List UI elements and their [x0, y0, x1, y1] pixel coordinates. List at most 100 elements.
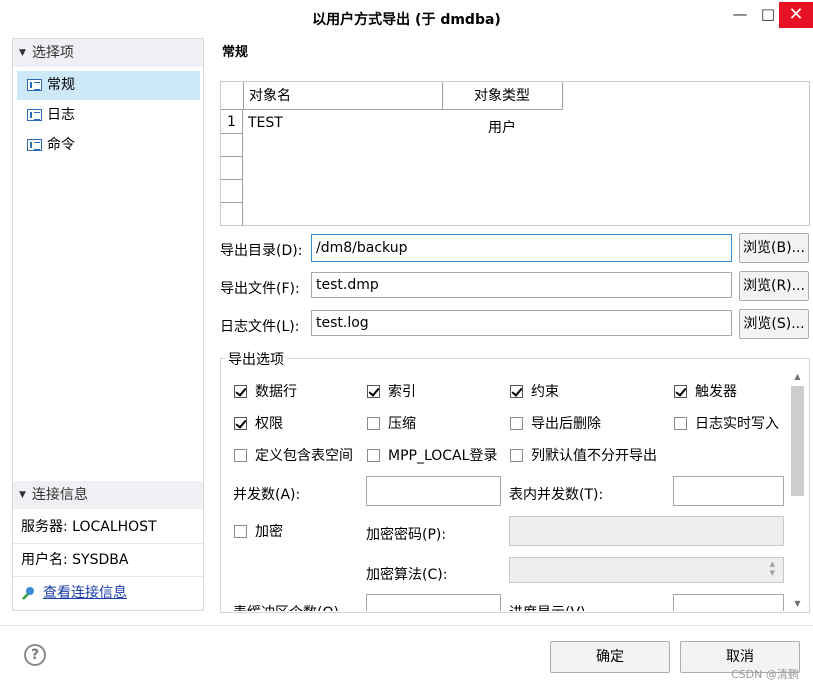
scroll-down-icon[interactable]: ▼	[789, 599, 806, 608]
checkbox-column-default-no-separate[interactable]: 列默认值不分开导出	[510, 446, 657, 466]
checkbox-encrypt[interactable]: 加密	[234, 522, 283, 542]
options-section-label: 选择项	[31, 45, 74, 61]
checkbox-unchecked[interactable]	[234, 449, 247, 462]
checkbox-compress[interactable]: 压缩	[367, 414, 416, 434]
left-panel: ▼ 选择项 常规 日志 命令 ▼ 连接信息 服务器: LOCALHOST 用户名: …	[12, 38, 204, 611]
checkbox-label: 触发器	[695, 384, 737, 400]
checkbox-label: 导出后删除	[531, 416, 601, 432]
scroll-up-icon[interactable]: ▲	[789, 372, 806, 381]
encrypt-password-label: 加密密码(P):	[366, 527, 447, 543]
checkbox-label: 压缩	[388, 416, 416, 432]
checkbox-constraints[interactable]: 约束	[510, 382, 559, 402]
sidebar-item-label: 命令	[47, 137, 75, 153]
checkbox-label: 索引	[388, 384, 416, 400]
encrypt-algorithm-label: 加密算法(C):	[366, 567, 448, 583]
scrollbar-thumb[interactable]	[791, 386, 804, 496]
parallel-label: 并发数(A):	[233, 487, 301, 503]
sidebar-item-label: 日志	[47, 107, 75, 123]
objects-table: 对象名 对象类型 1 TEST 用户	[220, 81, 810, 226]
close-button[interactable]: ✕	[779, 2, 813, 28]
help-icon[interactable]: ?	[24, 644, 46, 666]
table-parallel-label: 表内并发数(T):	[509, 487, 604, 503]
user-info: 用户名: SYSDBA	[13, 544, 203, 577]
collapse-triangle-icon: ▼	[19, 48, 26, 58]
checkbox-label: 列默认值不分开导出	[531, 448, 657, 464]
export-file-input[interactable]: test.dmp	[311, 272, 732, 298]
sidebar-item-label: 常规	[47, 77, 75, 93]
log-file-input[interactable]: test.log	[311, 310, 732, 336]
encrypt-password-input[interactable]	[509, 516, 784, 546]
section-title: 常规	[222, 45, 249, 60]
checkbox-triggers[interactable]: 触发器	[674, 382, 737, 402]
checkbox-log-realtime[interactable]: 日志实时写入	[674, 414, 779, 434]
server-info: 服务器: LOCALHOST	[13, 511, 203, 544]
log-file-label: 日志文件(L):	[220, 319, 300, 335]
checkbox-label: 日志实时写入	[695, 416, 779, 432]
row-number	[221, 134, 243, 157]
export-file-label: 导出文件(F):	[220, 281, 300, 297]
buffer-count-label: 表缓冲区个数(Q)	[233, 602, 339, 611]
view-connection-link[interactable]: 查看连接信息	[43, 585, 127, 601]
row-number	[221, 203, 243, 226]
browse-log-button[interactable]: 浏览(S)...	[739, 309, 809, 339]
buffer-count-input[interactable]	[366, 594, 501, 611]
column-header-name[interactable]: 对象名	[243, 82, 443, 110]
table-parallel-input[interactable]	[673, 476, 784, 506]
checkbox-checked[interactable]	[234, 385, 247, 398]
form-icon	[27, 139, 42, 151]
row-number-header	[221, 82, 244, 110]
checkbox-unchecked[interactable]	[367, 417, 380, 430]
progress-display-input[interactable]	[673, 594, 784, 611]
watermark: CSDN @清鹏	[731, 668, 799, 681]
table-cell-type[interactable]: 用户	[488, 117, 516, 137]
checkbox-label: 定义包含表空间	[255, 448, 353, 464]
export-dir-label: 导出目录(D):	[220, 243, 303, 259]
browse-file-button[interactable]: 浏览(R)...	[739, 271, 809, 301]
sidebar-item-log[interactable]: 日志	[17, 101, 200, 130]
checkbox-unchecked[interactable]	[674, 417, 687, 430]
checkbox-unchecked[interactable]	[510, 417, 523, 430]
sidebar-item-general[interactable]: 常规	[17, 71, 200, 100]
checkbox-delete-after-export[interactable]: 导出后删除	[510, 414, 601, 434]
row-number	[221, 157, 243, 180]
form-icon	[27, 109, 42, 121]
connection-section-label: 连接信息	[31, 487, 88, 503]
collapse-triangle-icon: ▼	[19, 490, 26, 500]
checkbox-mpp-local-login[interactable]: MPP_LOCAL登录	[367, 446, 497, 466]
connection-icon	[22, 587, 34, 600]
checkbox-checked[interactable]	[367, 385, 380, 398]
connection-section-header[interactable]: ▼ 连接信息	[13, 481, 203, 509]
sidebar-item-command[interactable]: 命令	[17, 131, 200, 160]
table-cell-name[interactable]: TEST	[248, 115, 283, 131]
checkbox-privileges[interactable]: 权限	[234, 414, 283, 434]
title-bar: 以用户方式导出 (于 dmdba) — □ ✕	[0, 0, 813, 36]
checkbox-label: 数据行	[255, 384, 297, 400]
export-dir-input[interactable]: /dm8/backup	[311, 234, 732, 262]
progress-display-label: 进度显示(V)	[509, 602, 586, 611]
view-connection-row[interactable]: 查看连接信息	[13, 577, 203, 610]
checkbox-include-tablespace[interactable]: 定义包含表空间	[234, 446, 353, 466]
checkbox-checked[interactable]	[674, 385, 687, 398]
ok-button[interactable]: 确定	[550, 641, 670, 673]
form-icon	[27, 79, 42, 91]
row-number: 1	[221, 110, 243, 134]
browse-dir-button[interactable]: 浏览(B)...	[739, 233, 809, 263]
encrypt-algorithm-select[interactable]: ▲ ▼	[509, 557, 784, 583]
window-title: 以用户方式导出 (于 dmdba)	[312, 12, 501, 28]
spinner-arrows-icon: ▲ ▼	[769, 560, 775, 577]
checkbox-label: 权限	[255, 416, 283, 432]
checkbox-checked[interactable]	[510, 385, 523, 398]
options-scrollbar[interactable]: ▲ ▼	[789, 372, 806, 608]
checkbox-label: MPP_LOCAL登录	[388, 448, 498, 464]
footer-separator	[0, 625, 813, 626]
export-options-title: 导出选项	[225, 349, 287, 369]
checkbox-indexes[interactable]: 索引	[367, 382, 416, 402]
checkbox-data-rows[interactable]: 数据行	[234, 382, 297, 402]
parallel-input[interactable]	[366, 476, 501, 506]
checkbox-unchecked[interactable]	[510, 449, 523, 462]
checkbox-unchecked[interactable]	[367, 449, 380, 462]
column-header-type[interactable]: 对象类型	[442, 82, 563, 110]
checkbox-unchecked[interactable]	[234, 525, 247, 538]
options-section-header[interactable]: ▼ 选择项	[13, 39, 203, 67]
checkbox-checked[interactable]	[234, 417, 247, 430]
